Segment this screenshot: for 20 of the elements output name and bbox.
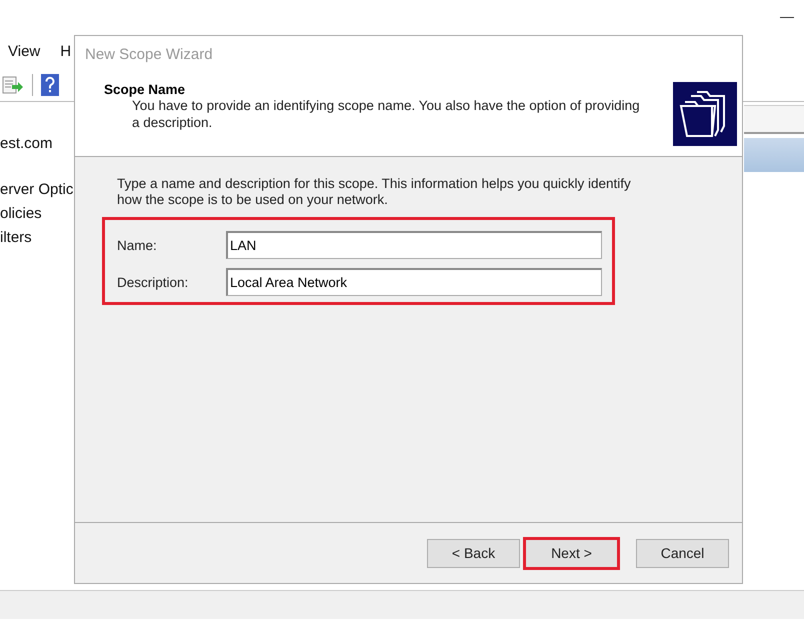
instructions-text: Type a name and description for this scope. This information helps you quickly identify how the scope is to be used on your network. bbox=[117, 176, 632, 208]
tree-item[interactable]: ilters bbox=[0, 226, 74, 250]
page-heading: Scope Name bbox=[104, 82, 186, 97]
input-field[interactable]: LAN bbox=[226, 231, 602, 259]
tree-item[interactable]: olicies bbox=[0, 202, 74, 226]
field-label: Name: bbox=[117, 238, 158, 252]
folders-icon bbox=[673, 82, 737, 146]
help-icon[interactable] bbox=[41, 74, 59, 96]
wizard-button[interactable]: < Back bbox=[427, 538, 520, 568]
menu-item[interactable]: View bbox=[8, 43, 40, 60]
window-title: New Scope Wizard bbox=[85, 46, 213, 63]
input-field[interactable]: Local Area Network bbox=[226, 268, 602, 296]
export-list-icon[interactable] bbox=[2, 74, 24, 94]
tree-item[interactable]: est.com bbox=[0, 132, 74, 156]
field-label: Description: bbox=[117, 274, 190, 290]
wizard-button[interactable]: Next > bbox=[523, 536, 620, 570]
menu-item[interactable]: H bbox=[60, 43, 72, 60]
tree-item[interactable]: erver Optic bbox=[0, 178, 74, 202]
page-subtitle: You have to provide an identifying scope name. You also have the option of providing a description. bbox=[132, 97, 641, 131]
wizard-button[interactable]: Cancel bbox=[636, 538, 729, 568]
